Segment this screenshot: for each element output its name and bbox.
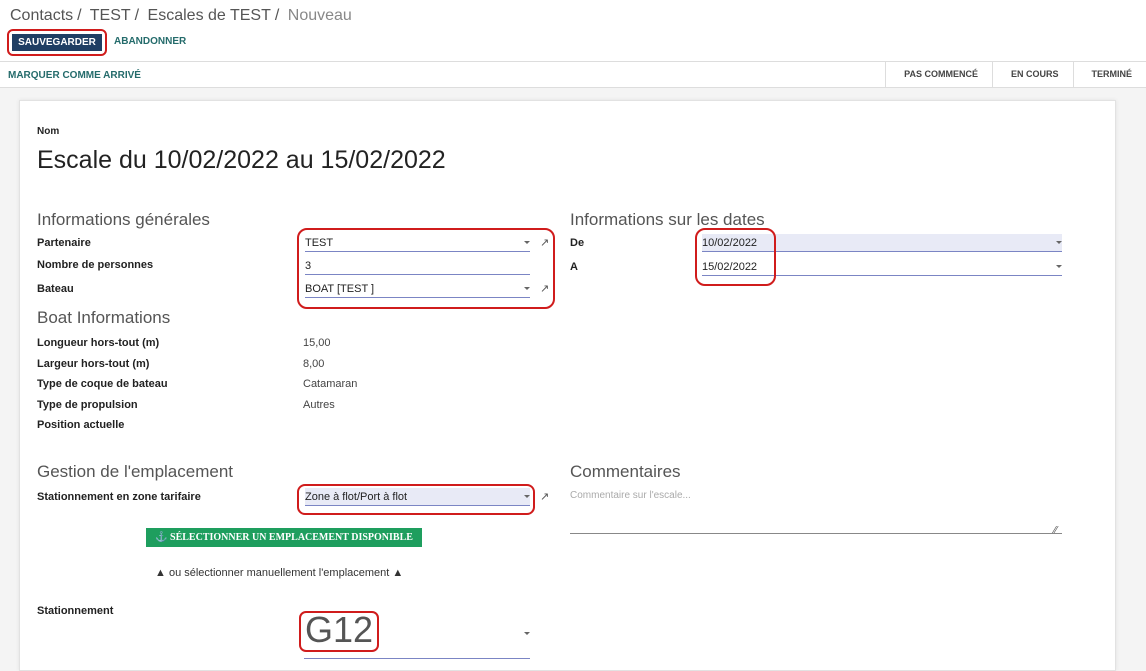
general-heading: Informations générales: [37, 210, 210, 229]
external-link-icon[interactable]: ↗: [540, 490, 549, 503]
persons-value: 3: [305, 260, 312, 272]
persons-label: Nombre de personnes: [37, 259, 154, 271]
from-date-value: 10/02/2022: [702, 237, 758, 249]
comment-placeholder: Commentaire sur l'escale...: [570, 490, 691, 501]
breadcrumb-escales[interactable]: Escales de TEST: [148, 7, 271, 24]
chevron-down-icon[interactable]: [1056, 265, 1062, 268]
propulsion-value: Autres: [303, 399, 335, 411]
comment-textarea[interactable]: Commentaire sur l'escale...: [570, 490, 1062, 534]
comments-heading: Commentaires: [570, 462, 681, 481]
from-date-field[interactable]: 10/02/2022: [702, 234, 1062, 252]
hull-type-label: Type de coque de bateau: [37, 378, 168, 390]
propulsion-label: Type de propulsion: [37, 399, 138, 411]
chevron-down-icon[interactable]: [524, 241, 530, 244]
parking-underline: [304, 658, 530, 659]
boat-width-value: 8,00: [303, 358, 325, 370]
breadcrumb: Contacts / TEST / Escales de TEST / Nouveau: [10, 7, 352, 24]
boat-field[interactable]: BOAT [TEST ]: [305, 280, 530, 298]
stage-in-progress[interactable]: EN COURS: [991, 62, 1073, 87]
breadcrumb-current: Nouveau: [287, 7, 352, 24]
breadcrumb-contacts[interactable]: Contacts: [10, 7, 73, 24]
save-button[interactable]: SAUVEGARDER: [12, 34, 102, 51]
location-heading: Gestion de l'emplacement: [37, 462, 234, 481]
boat-length-value: 15,00: [303, 337, 331, 349]
page-title[interactable]: Escale du 10/02/2022 au 15/02/2022: [37, 146, 446, 175]
discard-button[interactable]: ABANDONNER: [114, 35, 186, 49]
external-link-icon[interactable]: ↗: [540, 282, 549, 295]
chevron-down-icon[interactable]: [524, 495, 530, 498]
select-location-button[interactable]: ⚓ SÉLECTIONNER UN EMPLACEMENT DISPONIBLE: [146, 528, 422, 547]
stage-not-started[interactable]: PAS COMMENCÉ: [885, 62, 992, 87]
boat-value: BOAT [TEST ]: [305, 283, 375, 295]
external-link-icon[interactable]: ↗: [540, 236, 549, 249]
anchor-icon: ⚓: [155, 532, 171, 543]
position-label: Position actuelle: [37, 419, 125, 431]
partner-field[interactable]: TEST: [305, 234, 530, 252]
warning-icon: ▲: [155, 567, 169, 579]
zone-value: Zone à flot/Port à flot: [305, 491, 408, 503]
chevron-down-icon[interactable]: [524, 287, 530, 290]
form-sheet: [19, 100, 1116, 671]
control-panel: Contacts / TEST / Escales de TEST / Nouveau…: [0, 0, 1146, 61]
to-date-value: 15/02/2022: [702, 261, 758, 273]
partner-value: TEST: [305, 237, 334, 249]
from-label: De: [570, 237, 585, 249]
to-date-field[interactable]: 15/02/2022: [702, 258, 1062, 276]
zone-label: Stationnement en zone tarifaire: [37, 491, 201, 503]
name-label: Nom: [37, 126, 60, 137]
select-location-label: SÉLECTIONNER UN EMPLACEMENT DISPONIBLE: [170, 532, 413, 543]
chevron-down-icon[interactable]: [1056, 241, 1062, 244]
to-label: A: [570, 261, 578, 273]
manual-selection-hint: ▲ ou sélectionner manuellement l'emplace…: [155, 567, 403, 579]
chevron-down-icon[interactable]: [524, 632, 530, 635]
boat-info-heading: Boat Informations: [37, 308, 171, 327]
partner-label: Partenaire: [37, 237, 91, 249]
boat-label: Bateau: [37, 283, 74, 295]
stage-done[interactable]: TERMINÉ: [1072, 62, 1146, 87]
warning-icon: ▲: [389, 567, 404, 579]
parking-label: Stationnement: [37, 605, 114, 617]
manual-selection-text: ou sélectionner manuellement l'emplaceme…: [168, 567, 390, 579]
parking-value[interactable]: G12: [305, 610, 373, 650]
mark-arrived-button[interactable]: MARQUER COMME ARRIVÉ: [8, 70, 141, 81]
stage-bar: PAS COMMENCÉ EN COURS TERMINÉ: [885, 62, 1146, 87]
zone-field[interactable]: Zone à flot/Port à flot: [305, 488, 530, 506]
breadcrumb-test[interactable]: TEST: [90, 7, 131, 24]
statusbar: MARQUER COMME ARRIVÉ PAS COMMENCÉ EN COU…: [0, 61, 1146, 88]
boat-width-label: Largeur hors-tout (m): [37, 358, 150, 370]
boat-length-label: Longueur hors-tout (m): [37, 337, 160, 349]
resize-handle-icon[interactable]: ⁄⁄: [1054, 525, 1057, 536]
dates-heading: Informations sur les dates: [570, 210, 765, 229]
persons-field[interactable]: 3: [305, 257, 530, 275]
hull-type-value: Catamaran: [303, 378, 358, 390]
